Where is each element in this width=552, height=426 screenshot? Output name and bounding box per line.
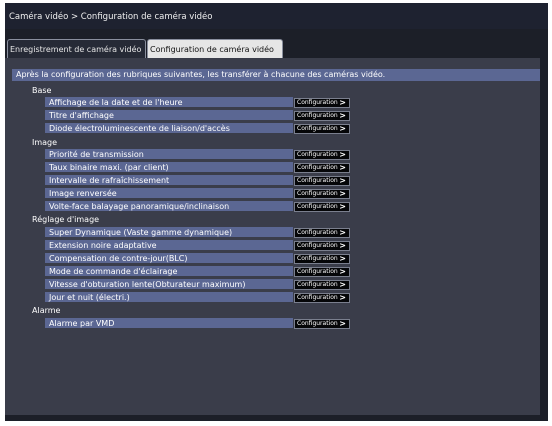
config-button-label: Configuration	[297, 255, 338, 262]
section-label-image: Image	[32, 138, 58, 147]
section-label-base: Base	[32, 86, 52, 95]
row-vitesse-obturation: Vitesse d'obturation lente(Obturateur ma…	[45, 279, 293, 290]
config-button-label: Configuration	[297, 242, 338, 249]
row-intervalle-rafraichissement: Intervalle de rafraîchissement	[45, 175, 293, 186]
row-alarme-vmd: Alarme par VMD	[45, 318, 293, 329]
chevron-right-icon: >	[339, 98, 346, 107]
row-compensation-blc: Compensation de contre-jour(BLC)	[45, 253, 293, 264]
config-button-label: Configuration	[297, 112, 338, 119]
config-button-priorite-transmission[interactable]: Configuration >	[294, 150, 350, 160]
chevron-right-icon: >	[339, 202, 346, 211]
window-title: Caméra vidéo > Configuration de caméra v…	[9, 12, 213, 22]
chevron-right-icon: >	[339, 150, 346, 159]
chevron-right-icon: >	[339, 111, 346, 120]
chevron-right-icon: >	[339, 267, 346, 276]
config-button-label: Configuration	[297, 229, 338, 236]
config-button-alarme-vmd[interactable]: Configuration >	[294, 319, 350, 329]
chevron-right-icon: >	[339, 241, 346, 250]
row-super-dynamique: Super Dynamique (Vaste gamme dynamique)	[45, 227, 293, 238]
config-button-extension-noire[interactable]: Configuration >	[294, 241, 350, 251]
config-button-image-renversee[interactable]: Configuration >	[294, 189, 350, 199]
row-jour-nuit: Jour et nuit (électri.)	[45, 292, 293, 303]
row-diode: Diode électroluminescente de liaison/d'a…	[45, 123, 293, 134]
section-label-alarme: Alarme	[32, 306, 61, 315]
config-button-label: Configuration	[297, 268, 338, 275]
config-button-jour-nuit[interactable]: Configuration >	[294, 293, 350, 303]
config-button-volte-face[interactable]: Configuration >	[294, 202, 350, 212]
config-button-label: Configuration	[297, 164, 338, 171]
row-image-renversee: Image renversée	[45, 188, 293, 199]
config-button-label: Configuration	[297, 320, 338, 327]
row-taux-binaire: Taux binaire maxi. (par client)	[45, 162, 293, 173]
config-button-diode[interactable]: Configuration >	[294, 124, 350, 134]
config-button-label: Configuration	[297, 177, 338, 184]
row-titre-affichage: Titre d'affichage	[45, 110, 293, 121]
config-button-label: Configuration	[297, 294, 338, 301]
config-button-vitesse-obturation[interactable]: Configuration >	[294, 280, 350, 290]
config-button-label: Configuration	[297, 151, 338, 158]
chevron-right-icon: >	[339, 228, 346, 237]
chevron-right-icon: >	[339, 280, 346, 289]
config-button-intervalle-rafraichissement[interactable]: Configuration >	[294, 176, 350, 186]
config-button-date-heure[interactable]: Configuration >	[294, 98, 350, 108]
tab-enregistrement[interactable]: Enregistrement de caméra vidéo	[7, 39, 146, 60]
row-extension-noire: Extension noire adaptative	[45, 240, 293, 251]
config-button-label: Configuration	[297, 281, 338, 288]
section-label-reglage: Réglage d'image	[32, 215, 100, 224]
config-button-label: Configuration	[297, 190, 338, 197]
config-button-titre-affichage[interactable]: Configuration >	[294, 111, 350, 121]
chevron-right-icon: >	[339, 189, 346, 198]
config-button-taux-binaire[interactable]: Configuration >	[294, 163, 350, 173]
title-bar: Caméra vidéo > Configuration de caméra v…	[5, 3, 548, 29]
chevron-right-icon: >	[339, 254, 346, 263]
chevron-right-icon: >	[339, 163, 346, 172]
chevron-right-icon: >	[339, 176, 346, 185]
chevron-right-icon: >	[339, 293, 346, 302]
config-button-compensation-blc[interactable]: Configuration >	[294, 254, 350, 264]
tab-configuration[interactable]: Configuration de caméra vidéo	[147, 39, 283, 60]
tab-bar: Enregistrement de caméra vidéo Configura…	[5, 29, 548, 61]
row-mode-eclairage: Mode de commande d'éclairage	[45, 266, 293, 277]
row-date-heure: Affichage de la date et de l'heure	[45, 97, 293, 108]
row-volte-face: Volte-face balayage panoramique/inclinai…	[45, 201, 293, 212]
intro-banner: Après la configuration des rubriques sui…	[12, 69, 540, 81]
config-button-super-dynamique[interactable]: Configuration >	[294, 228, 350, 238]
config-button-mode-eclairage[interactable]: Configuration >	[294, 267, 350, 277]
chevron-right-icon: >	[339, 319, 346, 328]
config-button-label: Configuration	[297, 203, 338, 210]
row-priorite-transmission: Priorité de transmission	[45, 149, 293, 160]
chevron-right-icon: >	[339, 124, 346, 133]
config-button-label: Configuration	[297, 99, 338, 106]
config-button-label: Configuration	[297, 125, 338, 132]
